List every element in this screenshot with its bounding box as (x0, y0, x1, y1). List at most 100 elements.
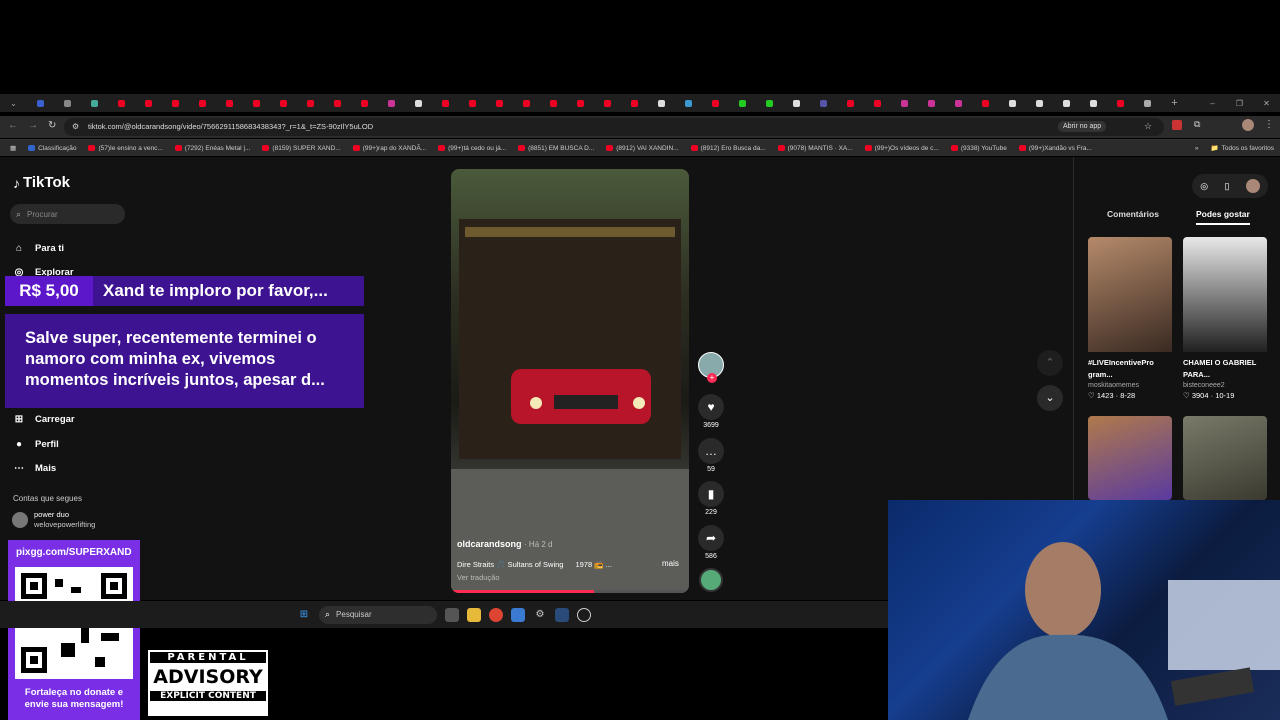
browser-tab[interactable] (243, 95, 270, 111)
sidebar-item-perfil[interactable]: ● Perfil (13, 432, 87, 457)
browser-tab[interactable] (837, 95, 864, 111)
following-item[interactable]: power duo welovepowerlifting (12, 510, 95, 530)
browser-tab[interactable] (351, 95, 378, 111)
browser-tab[interactable] (810, 95, 837, 111)
forward-icon[interactable]: → (28, 120, 38, 131)
browser-tab[interactable] (1026, 95, 1053, 111)
steam-icon[interactable] (555, 607, 569, 622)
previous-video-button[interactable]: ⌃ (1037, 350, 1063, 376)
browser-tab[interactable] (27, 95, 54, 111)
file-explorer-icon[interactable] (467, 607, 481, 622)
browser-tab[interactable] (972, 95, 999, 111)
browser-tab[interactable] (54, 95, 81, 111)
bookmark-icon[interactable]: ▮ (698, 481, 724, 507)
tab-comments[interactable]: Comentários (1107, 209, 1159, 219)
app-icon[interactable] (511, 607, 525, 622)
minimize-icon[interactable]: – (1199, 95, 1226, 111)
browser-tab[interactable] (162, 95, 189, 111)
browser-tab[interactable] (459, 95, 486, 111)
share-action[interactable]: ➦ 586 (698, 525, 724, 560)
browser-tab[interactable] (270, 95, 297, 111)
browser-tab[interactable] (648, 95, 675, 111)
bookmark-item[interactable]: (8159) SUPER XAND... (256, 145, 346, 152)
video-music[interactable]: Dire Straits 🎵 Sultans of Swing (457, 560, 563, 569)
browser-tab[interactable] (405, 95, 432, 111)
browser-tab[interactable] (783, 95, 810, 111)
windows-start-icon[interactable]: ⊞ (297, 608, 311, 622)
bookmark-item[interactable]: (7292) Enéas Metal |... (169, 145, 257, 152)
bookmark-item[interactable]: (8851) EM BUSCA D... (512, 145, 600, 152)
browser-tab[interactable] (999, 95, 1026, 111)
browser-tab[interactable] (540, 95, 567, 111)
profile-avatar-small[interactable] (1245, 179, 1260, 193)
site-info-icon[interactable]: ⚙ (72, 122, 79, 131)
suggestion-card[interactable]: CHAMEI O GABRIEL PARA... bisteconeee2 ♡ … (1183, 237, 1267, 400)
bookmark-item[interactable]: (99+)Xandão vs Fra... (1013, 145, 1098, 152)
share-icon[interactable]: ➦ (698, 525, 724, 551)
browser-tab[interactable] (756, 95, 783, 111)
browser-tab[interactable] (297, 95, 324, 111)
bookmark-item[interactable]: (9078) MANTIS · XA... (772, 145, 859, 152)
browser-tab[interactable] (864, 95, 891, 111)
address-bar[interactable]: ⚙ tiktok.com/@oldcarandsong/video/756629… (64, 118, 1164, 136)
close-window-icon[interactable]: ✕ (1253, 95, 1280, 111)
browser-tab[interactable] (513, 95, 540, 111)
creator-avatar[interactable]: + (698, 352, 724, 383)
open-in-app-button[interactable]: Abrir no app (1058, 121, 1107, 132)
obs-icon[interactable] (577, 607, 591, 622)
browser-tab[interactable] (135, 95, 162, 111)
browser-tab[interactable] (1134, 95, 1161, 111)
music-disc[interactable] (699, 568, 723, 592)
compass-icon[interactable]: ◎ (1200, 181, 1208, 192)
video-player[interactable]: oldcarandsong · Há 2 d Dire Straits 🎵 Su… (451, 169, 689, 593)
browser-menu-icon[interactable]: ⋮ (1264, 119, 1274, 130)
progress-bar[interactable] (451, 590, 689, 593)
extension-icon[interactable] (1172, 120, 1182, 130)
browser-tab[interactable] (378, 95, 405, 111)
browser-tab[interactable] (189, 95, 216, 111)
browser-tab[interactable] (81, 95, 108, 111)
browser-tab[interactable] (324, 95, 351, 111)
taskbar-search[interactable]: ⌕ Pesquisar (319, 605, 437, 624)
profile-avatar[interactable] (1242, 119, 1254, 131)
bookmark-item[interactable]: (9338) YouTube (945, 145, 1013, 152)
browser-tab[interactable] (891, 95, 918, 111)
new-tab-button[interactable]: + (1161, 95, 1188, 111)
restore-icon[interactable]: ❐ (1226, 95, 1253, 111)
next-video-button[interactable]: ⌄ (1037, 385, 1063, 411)
bookmark-item[interactable]: (99+)Os vídeos de c... (859, 145, 945, 152)
browser-tab[interactable] (594, 95, 621, 111)
sidebar-item-para-ti[interactable]: ⌂ Para ti (13, 236, 87, 261)
sidebar-item-mais[interactable]: ⋯ Mais (13, 457, 87, 482)
browser-tab[interactable] (702, 95, 729, 111)
follow-plus-icon[interactable]: + (707, 373, 717, 383)
task-view-icon[interactable] (445, 607, 459, 622)
bookmark-item[interactable]: Classificação (22, 145, 82, 152)
browser-tab[interactable] (945, 95, 972, 111)
tab-you-may-like[interactable]: Podes gostar (1196, 209, 1250, 225)
sidebar-item-carregar[interactable]: ⊞ Carregar (13, 408, 87, 433)
browser-tab[interactable] (432, 95, 459, 111)
translate-link[interactable]: Ver tradução (457, 573, 500, 582)
reload-icon[interactable]: ↻ (48, 120, 56, 131)
bookmarks-overflow-icon[interactable]: » (1189, 145, 1205, 152)
phone-icon[interactable]: ▯ (1224, 181, 1229, 192)
browser-tab[interactable] (1053, 95, 1080, 111)
browser-tab[interactable] (216, 95, 243, 111)
bookmark-item[interactable]: (99+)rap do XANDÃ... (347, 145, 432, 152)
suggestion-card[interactable]: #LIVEIncentivePro gram... moskitaomemes … (1088, 237, 1172, 400)
caption-more-link[interactable]: mais (662, 559, 679, 568)
bookmark-item[interactable]: (8912) Ero Busca da... (685, 145, 772, 152)
like-action[interactable]: ♥ 3699 (698, 394, 724, 429)
apps-grid-icon[interactable]: ▦ (0, 144, 22, 152)
bookmark-item[interactable]: (99+)tá cedo ou já... (432, 145, 512, 152)
browser-tab[interactable] (486, 95, 513, 111)
extensions-puzzle-icon[interactable]: ⧉ (1194, 119, 1200, 130)
bookmark-star-icon[interactable]: ☆ (1144, 121, 1152, 132)
browser-tab[interactable] (918, 95, 945, 111)
suggestion-card[interactable] (1088, 416, 1172, 500)
browser-tab[interactable] (567, 95, 594, 111)
bookmark-item[interactable]: (8912) VAI XANDIN... (600, 145, 684, 152)
chrome-icon[interactable] (489, 607, 503, 622)
browser-tab[interactable] (621, 95, 648, 111)
